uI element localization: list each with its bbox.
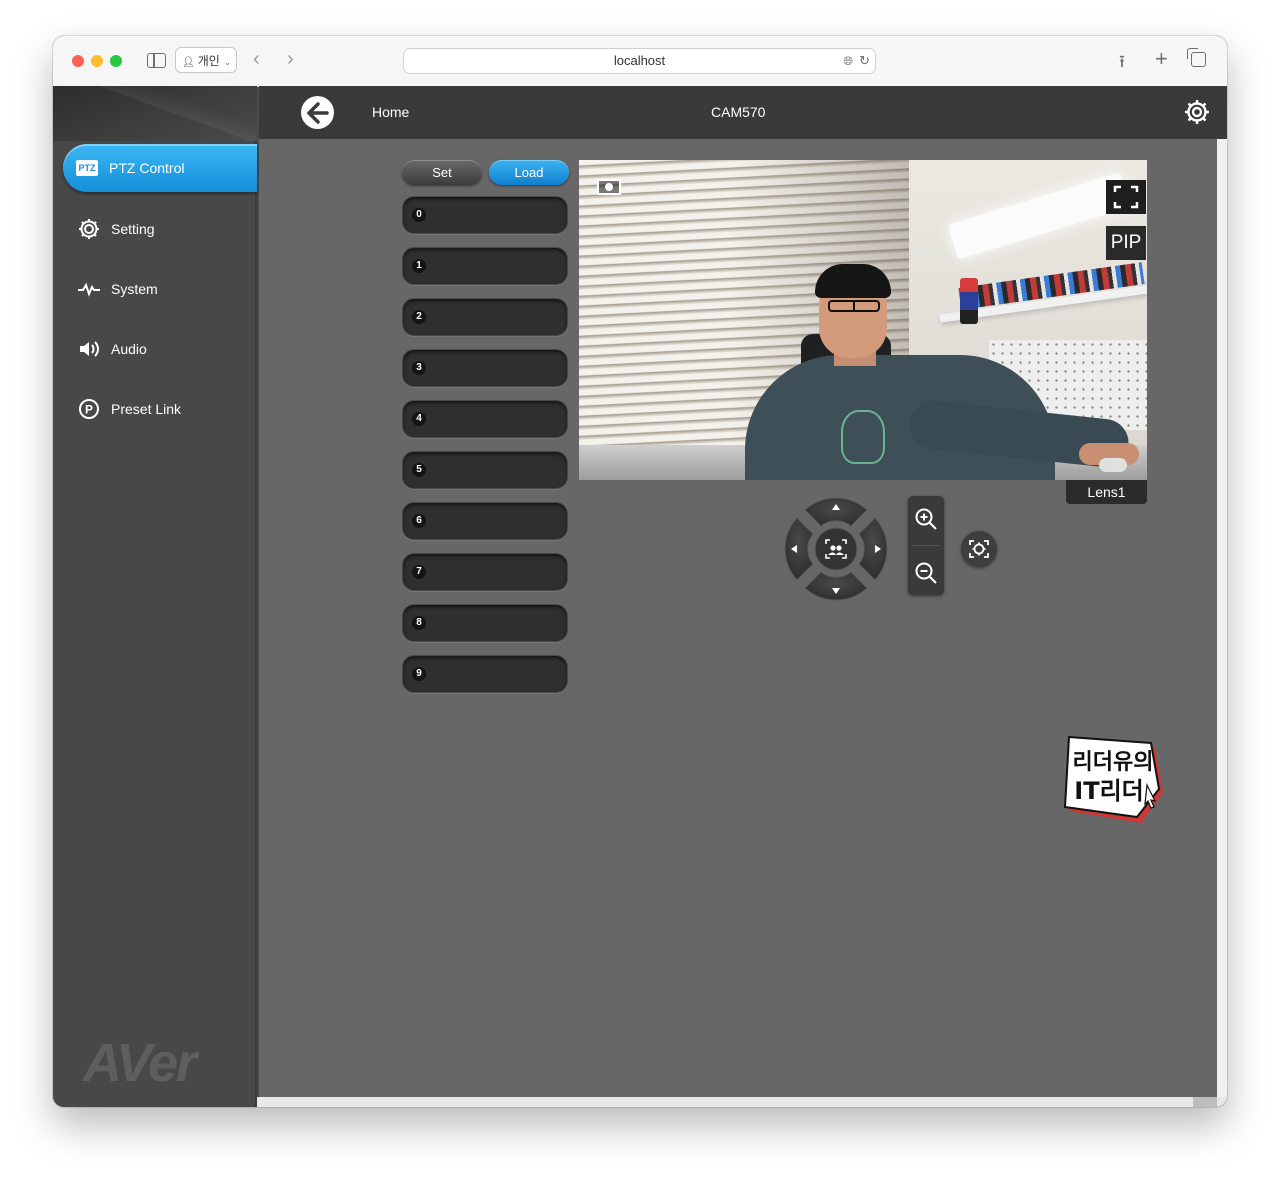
top-header: Home CAM570 xyxy=(259,86,1227,139)
chevron-down-icon: ⌄ xyxy=(223,57,232,67)
preset-number: 9 xyxy=(412,667,426,681)
camera-live-view[interactable]: PIP xyxy=(579,160,1147,480)
pan-right-button[interactable] xyxy=(858,517,888,581)
preset-slot-7[interactable]: 7 xyxy=(402,553,568,591)
zoom-window-button[interactable] xyxy=(110,55,122,67)
preset-link-icon: P xyxy=(77,397,101,421)
preset-number: 6 xyxy=(412,514,426,528)
auto-focus-button[interactable] xyxy=(961,531,997,567)
preset-number: 0 xyxy=(412,208,426,222)
gear-icon xyxy=(77,217,101,241)
preset-number: 8 xyxy=(412,616,426,630)
zoom-in-icon xyxy=(915,508,937,530)
preset-slot-5[interactable]: 5 xyxy=(402,451,568,489)
presenter-tracking-icon[interactable] xyxy=(597,179,621,195)
preset-number: 5 xyxy=(412,463,426,477)
home-position-button[interactable] xyxy=(814,527,858,571)
new-tab-icon[interactable]: + xyxy=(1155,46,1168,72)
sidebar-item-label: Setting xyxy=(111,221,155,237)
sidebar-item-label: Audio xyxy=(111,341,147,357)
watermark-line-2: IT리더 xyxy=(1074,777,1143,805)
zoom-control xyxy=(908,496,944,595)
preset-number: 2 xyxy=(412,310,426,324)
preset-slot-0[interactable]: 0 xyxy=(402,196,568,234)
fullscreen-icon xyxy=(1113,185,1139,209)
preset-slot-9[interactable]: 9 xyxy=(402,655,568,693)
preset-slot-3[interactable]: 3 xyxy=(402,349,568,387)
robot-figure xyxy=(960,278,978,324)
ptz-control-panel: Set Load 0 1 2 3 4 5 6 7 8 9 PIP Lens1 xyxy=(259,139,1227,1097)
home-link[interactable]: Home xyxy=(372,104,409,120)
url-text: localhost xyxy=(613,53,666,68)
preset-slot-2[interactable]: 2 xyxy=(402,298,568,336)
zoom-out-icon xyxy=(915,562,937,584)
ptz-direction-pad xyxy=(784,497,888,601)
preset-slot-6[interactable]: 6 xyxy=(402,502,568,540)
preset-slot-4[interactable]: 4 xyxy=(402,400,568,438)
settings-gear-icon[interactable] xyxy=(1183,98,1211,126)
zoom-in-button[interactable] xyxy=(913,506,939,532)
channel-watermark-logo: 리더유의 IT리더 xyxy=(1063,735,1163,823)
sidebar-item-system[interactable]: System xyxy=(65,265,257,313)
pan-left-button[interactable] xyxy=(784,517,814,581)
preset-slot-8[interactable]: 8 xyxy=(402,604,568,642)
forward-nav-icon[interactable]: › xyxy=(287,48,294,71)
lens-label[interactable]: Lens1 xyxy=(1066,480,1147,504)
preset-slot-1[interactable]: 1 xyxy=(402,247,568,285)
horizontal-scrollbar[interactable] xyxy=(257,1097,1227,1107)
back-nav-icon[interactable]: ‹ xyxy=(253,48,260,71)
pan-up-button[interactable] xyxy=(804,497,868,527)
reload-icon[interactable]: ↻ xyxy=(859,49,870,73)
zoom-out-button[interactable] xyxy=(913,560,939,586)
device-title: CAM570 xyxy=(711,104,766,120)
arrow-left-icon xyxy=(306,101,329,124)
sidebar-item-audio[interactable]: Audio xyxy=(65,325,257,373)
preset-load-button[interactable]: Load xyxy=(489,160,569,185)
back-button[interactable] xyxy=(301,96,334,129)
preset-number: 7 xyxy=(412,565,426,579)
browser-toolbar: 👤︎ 개인 ⌄ ‹ › localhost 🌐︎ ↻ ⭱ + xyxy=(53,36,1227,87)
sidebar-item-setting[interactable]: Setting xyxy=(65,205,257,253)
ptz-badge: PTZ xyxy=(76,160,98,176)
sidebar-item-label: PTZ Control xyxy=(109,160,185,176)
close-window-button[interactable] xyxy=(72,55,84,67)
sidebar-item-label: Preset Link xyxy=(111,401,182,417)
ptz-icon: PTZ xyxy=(75,156,99,180)
profile-selector[interactable]: 👤︎ 개인 ⌄ xyxy=(175,47,237,73)
app-root: PTZ PTZ Control Setting System Audio P P… xyxy=(53,86,1227,1107)
watermark-line-1: 리더유의 xyxy=(1073,750,1154,775)
speaker-icon xyxy=(77,337,101,361)
svg-text:P: P xyxy=(85,403,93,417)
focus-icon xyxy=(969,540,989,558)
preset-number: 4 xyxy=(412,412,426,426)
minimize-window-button[interactable] xyxy=(91,55,103,67)
sidebar-toggle-icon[interactable] xyxy=(147,53,166,68)
sidebar: PTZ PTZ Control Setting System Audio P P… xyxy=(53,86,257,1107)
pulse-icon xyxy=(77,277,101,301)
sidebar-item-label: System xyxy=(111,281,158,297)
preset-set-button[interactable]: Set xyxy=(402,160,482,185)
sidebar-header-art xyxy=(53,86,257,141)
tab-overview-icon[interactable] xyxy=(1187,48,1206,67)
preset-number: 1 xyxy=(412,259,426,273)
pan-down-button[interactable] xyxy=(804,571,868,601)
scrollbar-thumb[interactable] xyxy=(1193,1097,1217,1107)
pip-button[interactable]: PIP xyxy=(1106,226,1146,260)
address-bar[interactable]: localhost 🌐︎ ↻ xyxy=(403,48,876,74)
sidebar-item-preset-link[interactable]: P Preset Link xyxy=(65,385,257,433)
aver-logo: AVer xyxy=(83,1033,197,1093)
share-icon[interactable]: ⭱ xyxy=(1119,49,1125,78)
browser-window: 👤︎ 개인 ⌄ ‹ › localhost 🌐︎ ↻ ⭱ + PTZ PTZ Con… xyxy=(53,36,1227,1107)
fullscreen-button[interactable] xyxy=(1106,180,1146,214)
translate-icon[interactable]: 🌐︎ xyxy=(843,49,853,73)
profile-label: 개인 xyxy=(197,54,220,68)
vertical-scrollbar[interactable] xyxy=(1217,139,1227,1097)
sidebar-item-ptz-control[interactable]: PTZ PTZ Control xyxy=(63,144,257,192)
preset-number: 3 xyxy=(412,361,426,375)
person-icon: 👤︎ xyxy=(182,57,195,68)
